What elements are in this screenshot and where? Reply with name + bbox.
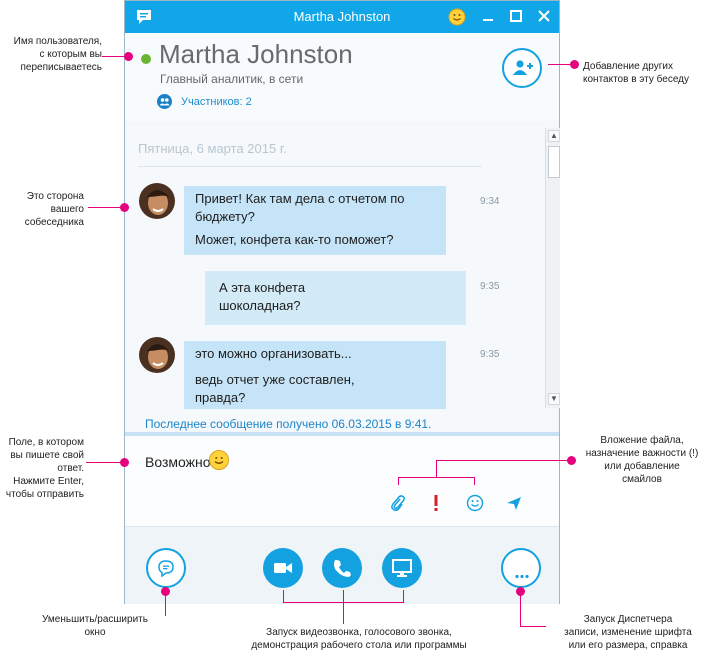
message-time: 9:34: [480, 196, 500, 207]
callout-line: [343, 590, 344, 602]
title-bar[interactable]: Martha Johnston: [125, 1, 559, 33]
callout-dot: [124, 52, 133, 61]
minimize-icon[interactable]: [481, 9, 495, 28]
add-participants-button[interactable]: [502, 48, 542, 88]
callout-line: [86, 462, 124, 463]
people-icon: [157, 94, 172, 109]
exclamation-icon[interactable]: [426, 494, 446, 514]
contact-name[interactable]: Martha Johnston: [159, 39, 353, 70]
annotation-add-contacts: Добавление других контактов в эту беседу: [583, 61, 690, 85]
callout-line: [436, 460, 571, 461]
contact-avatar[interactable]: [139, 337, 175, 373]
chat-bubble-icon: [157, 559, 175, 582]
callout-line: [102, 56, 126, 57]
callout-line: [88, 207, 124, 208]
presence-indicator: [141, 54, 151, 64]
monitor-icon: [392, 559, 412, 582]
annotation-user-name: Имя пользователя, с которым вы переписыв…: [13, 36, 102, 73]
maximize-icon[interactable]: [509, 9, 523, 28]
scroll-thumb[interactable]: [548, 146, 560, 178]
last-message-info: Последнее сообщение получено 06.03.2015 …: [145, 417, 432, 431]
callout-dot: [120, 203, 129, 212]
callout-line: [343, 602, 344, 624]
callout-line: [548, 64, 574, 65]
more-options-button[interactable]: [501, 548, 541, 588]
callout-line: [403, 590, 404, 602]
toggle-conversation-button[interactable]: [146, 548, 186, 588]
callout-line: [398, 477, 399, 485]
callout-line: [520, 626, 546, 627]
message-time: 9:35: [480, 349, 500, 360]
message-text: ведь отчет уже составлен, правда?: [195, 372, 355, 405]
annotation-media: Запуск видеозвонка, голосового звонка, д…: [251, 627, 467, 651]
callout-dot: [120, 458, 129, 467]
callout-line: [398, 477, 475, 478]
annotation-input: Поле, в котором вы пишете свой ответ. На…: [5, 437, 84, 500]
message-bubble[interactable]: это можно организовать... ведь отчет уже…: [184, 341, 446, 409]
message-text: А эта конфета шоколадная?: [219, 280, 306, 313]
message-bubble[interactable]: Привет! Как там дела с отчетом по бюджет…: [184, 186, 446, 255]
phone-icon: [333, 558, 351, 583]
callout-line: [520, 592, 521, 627]
annotation-attach: Вложение файла, назначение важности (!) …: [585, 435, 699, 485]
scroll-down-icon[interactable]: ▼: [548, 393, 560, 405]
annotation-other-side: Это сторона вашего собеседника: [24, 191, 84, 228]
message-input[interactable]: Возможно: [125, 436, 559, 526]
message-bubble[interactable]: А эта конфета шоколадная?: [205, 271, 466, 325]
annotation-more: Запуск Диспетчера записи, изменение шриф…: [564, 614, 692, 651]
date-divider: [138, 166, 482, 167]
message-text: Привет! Как там дела с отчетом по бюджет…: [195, 191, 405, 224]
contact-status: Главный аналитик, в сети: [160, 72, 304, 86]
smiley-icon: [209, 450, 229, 470]
audio-call-button[interactable]: [322, 548, 362, 588]
message-time: 9:35: [480, 281, 500, 292]
contact-avatar[interactable]: [139, 183, 175, 219]
participants-count: Участников: 2: [181, 96, 252, 108]
callout-line: [283, 590, 284, 602]
send-icon[interactable]: [504, 494, 524, 514]
message-text: Может, конфета как-то поможет?: [195, 232, 394, 247]
ellipsis-icon: [514, 566, 530, 584]
emoticon-picker-icon[interactable]: [465, 494, 485, 514]
scroll-up-icon[interactable]: ▲: [548, 130, 560, 142]
annotation-collapse: Уменьшить/расширить окно: [42, 614, 148, 638]
message-input-text[interactable]: Возможно: [145, 454, 211, 470]
message-text: это можно организовать...: [195, 346, 352, 361]
share-screen-button[interactable]: [382, 548, 422, 588]
conversation-window: Martha Johnston Martha Johnston Главный …: [124, 0, 560, 604]
video-call-button[interactable]: [263, 548, 303, 588]
date-separator: Пятница, 6 марта 2015 г.: [138, 141, 287, 156]
action-bar: [125, 526, 559, 604]
callout-line: [474, 477, 475, 485]
close-icon[interactable]: [537, 9, 551, 28]
callout-line: [436, 460, 437, 477]
smiley-icon[interactable]: [448, 8, 466, 31]
paperclip-icon[interactable]: [387, 494, 407, 514]
chat-history[interactable]: Пятница, 6 марта 2015 г. Привет! Как там…: [125, 125, 545, 431]
conversation-header: Martha Johnston Главный аналитик, в сети…: [125, 33, 559, 121]
add-person-icon: [512, 59, 534, 82]
video-camera-icon: [273, 560, 293, 581]
chat-scrollbar[interactable]: ▲ ▼: [545, 128, 560, 408]
